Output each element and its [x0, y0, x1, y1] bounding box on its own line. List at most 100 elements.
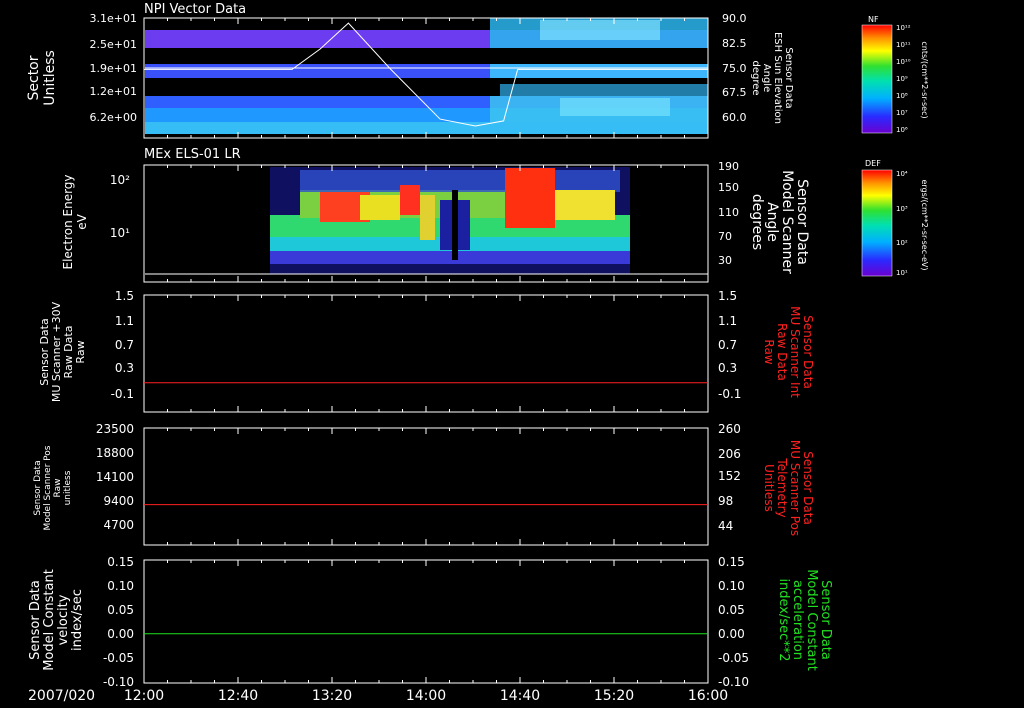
date-label: 2007/020	[28, 688, 95, 704]
mu30v-ytick-right: -0.1	[718, 387, 741, 401]
npi-ytick-right: 82.5	[722, 37, 747, 50]
constant-right-label-line: Model Constant	[804, 569, 819, 671]
npi-colorbar-tick: 10¹¹	[896, 41, 911, 49]
scanpos-ylabel: Sensor Data Model Scanner Pos Raw unitle…	[33, 445, 73, 530]
scanpos-right-label: Sensor Data MU Scanner Pos Telemetry Uni…	[762, 440, 815, 536]
npi-right-label: Sensor Data ESH Sun Elevation Angle degr…	[750, 32, 794, 124]
els-spectrogram	[270, 167, 630, 274]
npi-colorbar-tick: 10¹²	[896, 24, 911, 32]
scanpos-ytick-right: 98	[718, 494, 733, 508]
mu30v-right-label-line: Raw	[762, 339, 776, 364]
els-ytick-right: 70	[718, 230, 732, 243]
scanpos-right-label-line: MU Scanner Pos	[788, 440, 802, 536]
constant-ytick-left: 0.15	[107, 555, 134, 569]
els-colorbar-tick: 10⁴	[896, 170, 908, 178]
scanpos-right-label-line: Telemetry	[775, 457, 789, 517]
constant-ytick-left: 0.10	[107, 579, 134, 593]
constant-ylabel-line: index/sec	[70, 589, 85, 651]
constant-ylabel: Sensor Data Model Constant velocity inde…	[28, 569, 85, 671]
constant-frame	[143, 559, 709, 684]
time-tick-label: 15:20	[594, 688, 634, 704]
els-right-label-line: degrees	[749, 194, 765, 250]
mu30v-ytick-left: -0.1	[111, 387, 134, 401]
constant-ytick-left: 0.05	[107, 603, 134, 617]
scanpos-right-label-line: Sensor Data	[801, 451, 815, 525]
npi-right-label-line: degree	[750, 60, 761, 95]
npi-colorbar-tick: 10⁹	[896, 75, 908, 83]
constant-ylabel-line: Model Constant	[42, 569, 57, 671]
time-tick-label: 12:40	[218, 688, 258, 704]
mu30v-ytick-right: 1.1	[718, 314, 737, 328]
mu30v-right-label-line: MU Scanner Int	[788, 306, 802, 398]
constant-right-label-line: index/sec**2	[776, 578, 791, 661]
scanpos-ytick-left: 14100	[96, 470, 134, 484]
mu30v-ytick-right: 0.7	[718, 338, 737, 352]
npi-ytick-left: 1.9e+01	[90, 62, 137, 75]
npi-right-label-line: Angle	[761, 64, 772, 92]
npi-ytick-right: 75.0	[722, 62, 747, 75]
npi-ytick-left: 3.1e+01	[90, 12, 137, 25]
mu30v-ytick-left: 1.5	[115, 289, 134, 303]
els-colorbar-tick: 10²	[896, 239, 908, 247]
time-tick-label: 14:00	[406, 688, 446, 704]
constant-ytick-left: -0.10	[103, 675, 134, 689]
npi-ytick-right: 67.5	[722, 86, 747, 99]
els-colorbar-units: ergs/(cm**2-sr-sec-eV)	[920, 179, 929, 270]
panel-model-constant: 0.15 0.10 0.05 0.00 -0.05 -0.10 0.15 0.1…	[28, 555, 833, 689]
constant-ytick-right: -0.05	[718, 651, 749, 665]
time-tick-label: 12:00	[124, 688, 164, 704]
els-ytick-right: 150	[718, 181, 739, 194]
els-ytick-right: 110	[718, 206, 739, 219]
els-colorbar-tick: 10³	[896, 205, 908, 213]
scanpos-ylabel-line: Sensor Data	[33, 460, 43, 515]
constant-ytick-right: 0.10	[718, 579, 745, 593]
mu30v-ytick-left: 0.3	[115, 361, 134, 375]
time-axis: 2007/020 12:00 12:40 13:20 14:00 14:40 1…	[28, 688, 728, 704]
els-ytick-left: 10²	[110, 173, 130, 187]
npi-colorbar-gradient	[861, 24, 893, 134]
npi-colorbar-units: cnts/(cm**2-sr-sec)	[920, 41, 929, 118]
els-right-label-line: Model Scanner	[779, 170, 795, 274]
npi-ylabel-line: Sector	[26, 55, 42, 100]
els-ylabel: Electron Energy eV	[61, 174, 89, 269]
els-ylabel-line: Electron Energy	[61, 174, 75, 269]
constant-ytick-left: -0.05	[103, 651, 134, 665]
constant-ytick-right: 0.00	[718, 627, 745, 641]
constant-ytick-right: -0.10	[718, 675, 749, 689]
npi-ytick-left: 1.2e+01	[90, 85, 137, 98]
els-colorbar-tick: 10¹	[896, 269, 908, 277]
panel-scanner-pos: 23500 18800 14100 9400 4700 260 206 152 …	[33, 422, 815, 546]
npi-colorbar-label: NF	[868, 15, 879, 24]
scanpos-ytick-right: 260	[718, 422, 741, 436]
els-ytick-right: 30	[718, 254, 732, 267]
npi-right-label-line: ESH Sun Elevation	[772, 32, 783, 124]
mu30v-ylabel-line: Raw	[74, 340, 87, 363]
scanpos-right-label-line: Unitless	[762, 464, 776, 512]
npi-ytick-right: 60.0	[722, 111, 747, 124]
mu30v-ytick-left: 1.1	[115, 314, 134, 328]
els-right-label: Sensor Data Model Scanner Angle degrees	[749, 170, 810, 274]
mu30v-ytick-left: 0.7	[115, 338, 134, 352]
scanpos-ytick-left: 9400	[103, 494, 134, 508]
els-ylabel-line: eV	[75, 213, 89, 229]
npi-spectrogram	[145, 18, 708, 138]
scanpos-ytick-right: 152	[718, 469, 741, 483]
mu30v-right-label-line: Sensor Data	[801, 315, 815, 389]
npi-ylabel-line: Unitless	[42, 50, 58, 106]
els-colorbar-gradient	[861, 169, 893, 277]
npi-colorbar-tick: 10⁸	[896, 92, 908, 100]
panel-npi: NPI Vector Data 3.1e+01 2.5e+01 1.9e+01 …	[26, 2, 929, 139]
scanpos-ytick-right: 206	[718, 447, 741, 461]
npi-ytick-right: 90.0	[722, 12, 747, 25]
scanpos-ytick-right: 44	[718, 519, 733, 533]
npi-colorbar-tick: 10¹⁰	[896, 58, 911, 66]
npi-right-label-line: Sensor Data	[783, 47, 794, 108]
els-right-label-line: Angle	[764, 202, 780, 242]
mu30v-right-label: Sensor Data MU Scanner Int Raw Data Raw	[762, 306, 815, 398]
els-colorbar-label: DEF	[865, 159, 881, 168]
constant-right-label: Sensor Data Model Constant acceleration …	[776, 569, 833, 671]
els-ytick-right: 190	[718, 160, 739, 173]
scanpos-ylabel-line: Model Scanner Pos	[43, 445, 53, 530]
time-tick-label: 16:00	[688, 688, 728, 704]
scanpos-frame	[143, 427, 709, 546]
